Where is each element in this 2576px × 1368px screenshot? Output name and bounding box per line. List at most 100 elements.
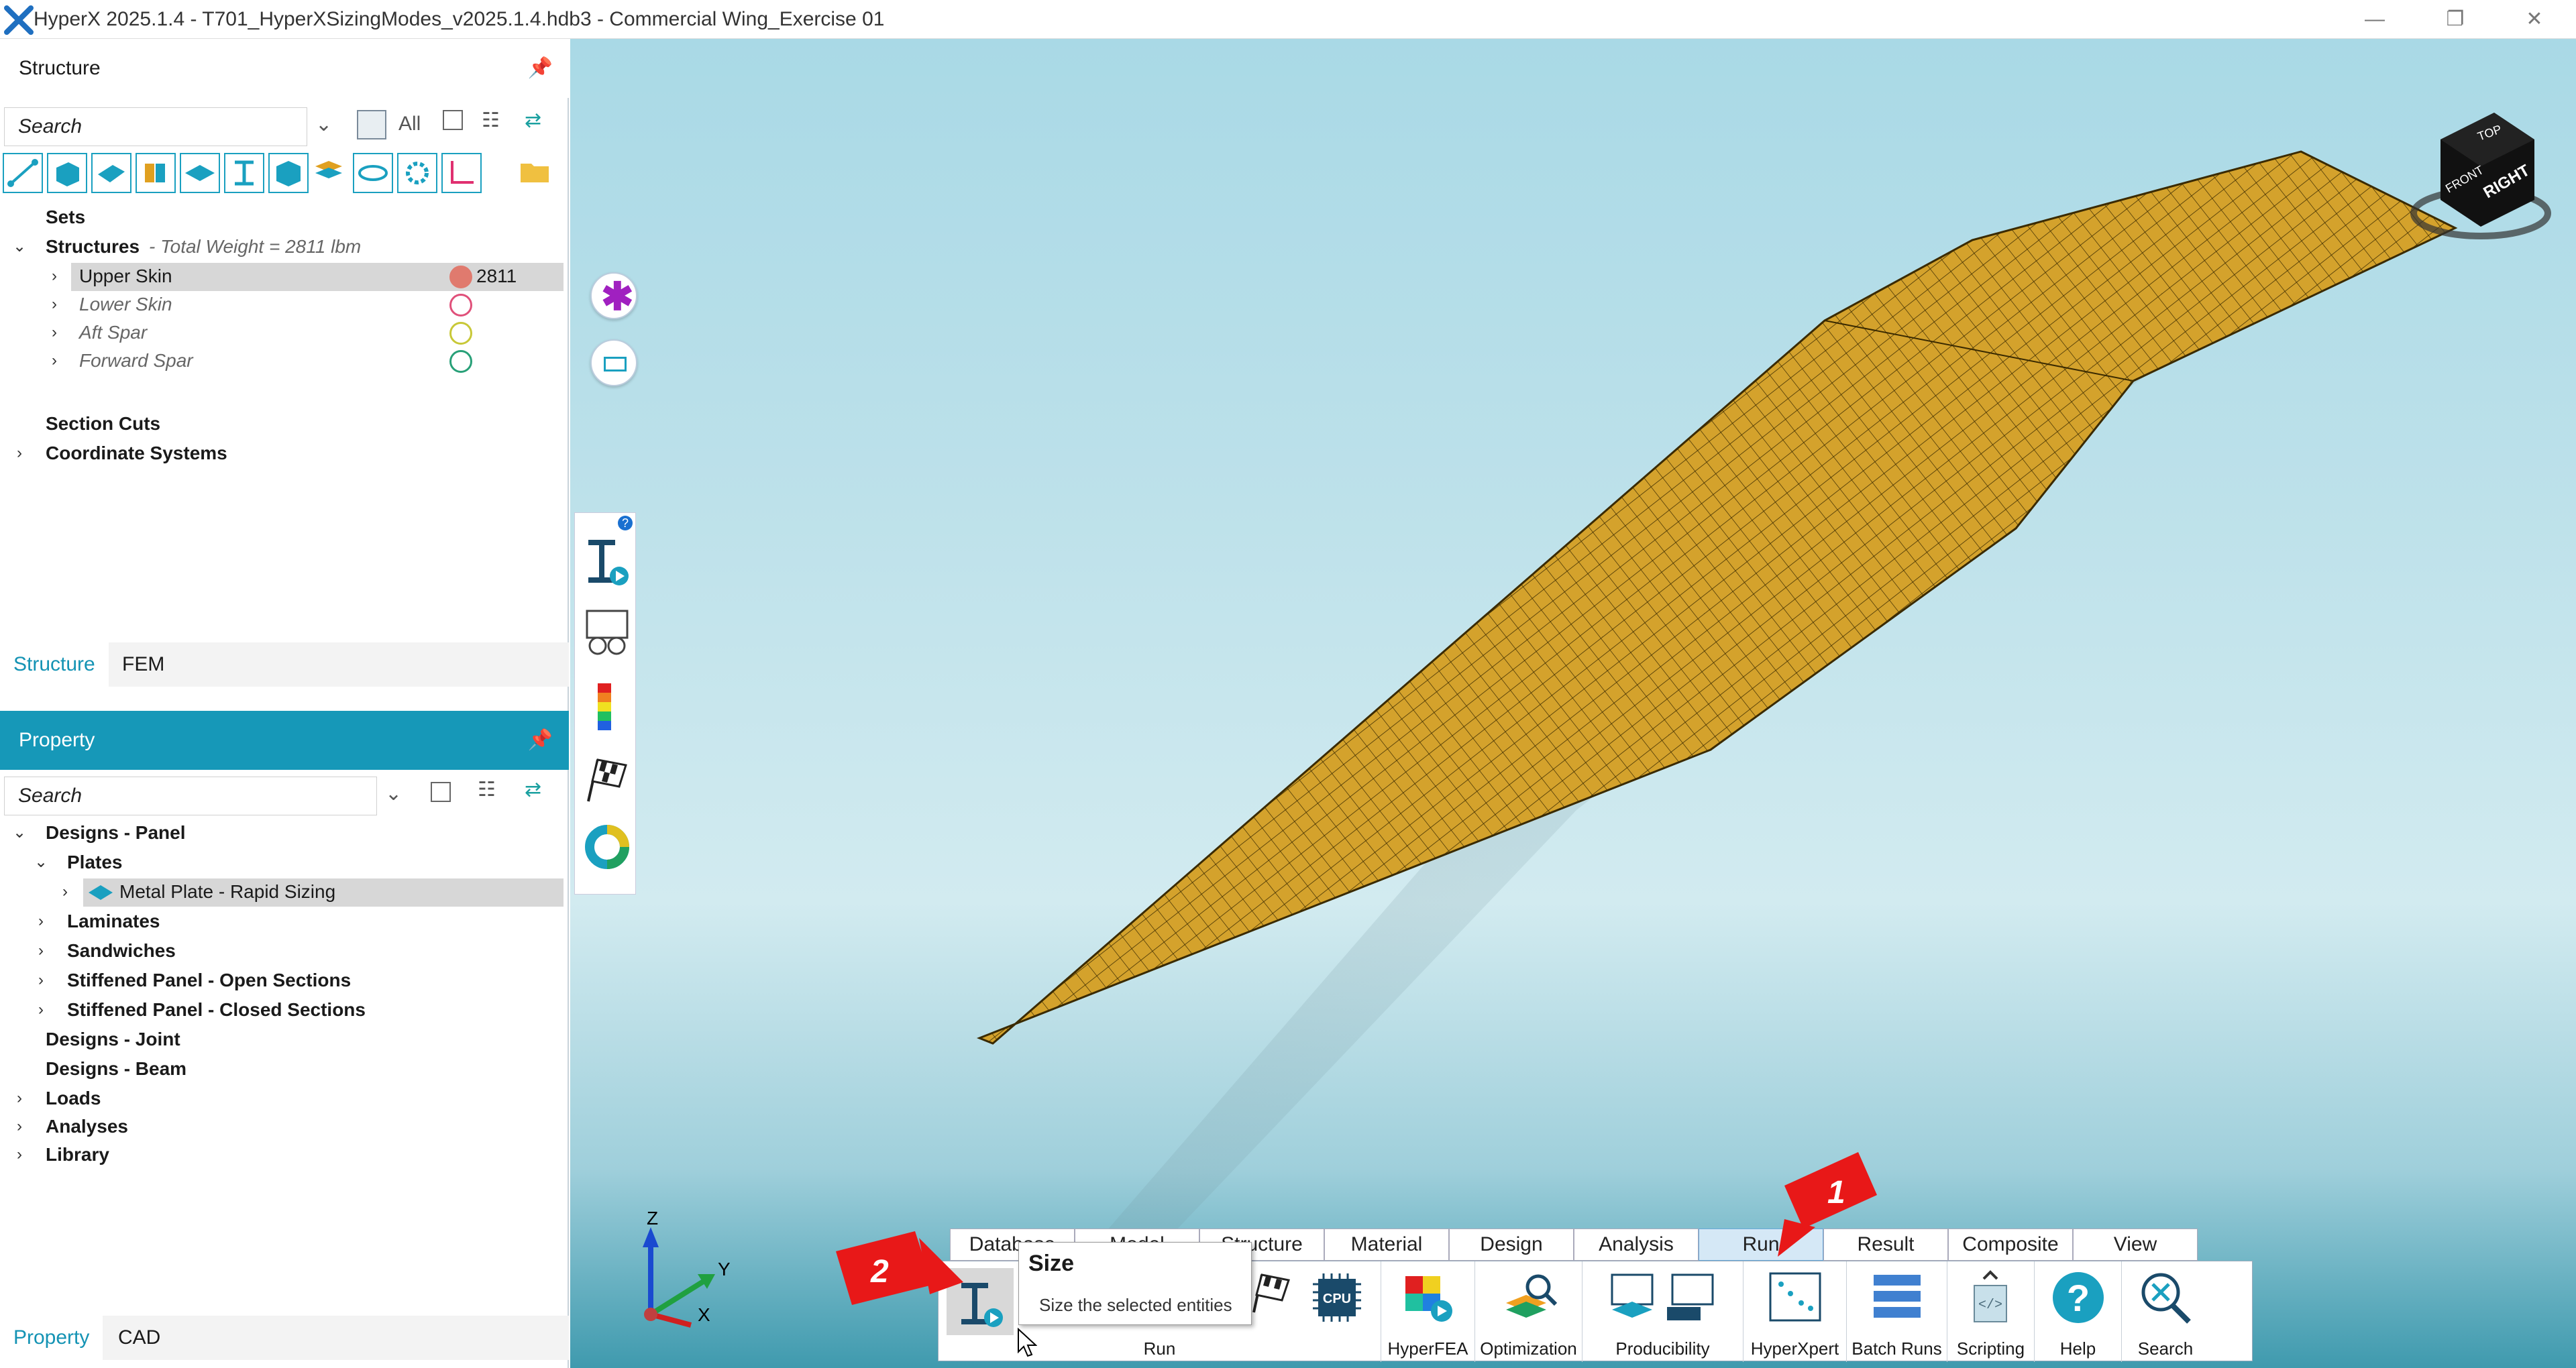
gear-icon[interactable]	[397, 153, 437, 193]
node-icon[interactable]	[3, 153, 43, 193]
title-bar: HyperX 2025.1.4 - T701_HyperXSizingModes…	[0, 0, 2576, 39]
chevron-right-icon[interactable]: ›	[44, 319, 64, 346]
callout-arrow-1: 1	[1778, 1152, 1877, 1257]
tab-fem[interactable]: FEM	[109, 642, 178, 687]
panel-icon[interactable]	[91, 153, 131, 193]
tab-cad[interactable]: CAD	[105, 1316, 174, 1360]
chevron-right-icon[interactable]: ›	[9, 1113, 30, 1140]
hyperfea-button[interactable]: HyperFEA	[1381, 1261, 1475, 1362]
tree-open-sections[interactable]: Stiffened Panel - Open Sections	[67, 967, 351, 995]
tab-material[interactable]: Material	[1324, 1229, 1449, 1261]
tree-library[interactable]: Library	[46, 1141, 109, 1170]
search-button[interactable]: Search	[2122, 1261, 2209, 1362]
donut-chart-icon[interactable]	[582, 821, 633, 872]
chevron-down-icon[interactable]: ⌄	[9, 819, 30, 846]
wing-model[interactable]	[570, 39, 2576, 1368]
scripting-button[interactable]: </> Scripting	[1947, 1261, 2035, 1362]
restore-icon[interactable]: ❐	[2435, 4, 2475, 35]
pin-icon[interactable]: 📌	[528, 39, 553, 98]
tree-closed-sections[interactable]: Stiffened Panel - Closed Sections	[67, 996, 366, 1025]
tree-analyses[interactable]: Analyses	[46, 1113, 128, 1141]
tree-metal-plate-rapid-sizing[interactable]: Metal Plate - Rapid Sizing	[119, 878, 335, 907]
tree-item-forward-spar[interactable]: Forward Spar	[79, 347, 193, 376]
structure-search-row: Search ⌄ All ☷ ⇄	[0, 103, 569, 150]
minimize-icon[interactable]: —	[2355, 4, 2395, 35]
joint-icon[interactable]	[136, 153, 176, 193]
tab-structure[interactable]: Structure	[0, 642, 109, 687]
tree-structures[interactable]: Structures	[46, 233, 140, 262]
select-window-button[interactable]	[590, 339, 637, 386]
chevron-right-icon[interactable]: ›	[44, 291, 64, 318]
filter-all-label[interactable]: All	[398, 113, 421, 135]
3d-viewport[interactable]: ✱ ? TOP FRONT RIGHT Z Y X Database Struc…	[570, 39, 2576, 1368]
tree-item-upper-skin[interactable]: Upper Skin	[79, 263, 172, 291]
tree-item-lower-skin[interactable]: Lower Skin	[79, 291, 172, 319]
plate-icon[interactable]	[180, 153, 220, 193]
chevron-right-icon[interactable]: ›	[44, 347, 64, 374]
section-icon[interactable]	[353, 153, 393, 193]
chevron-right-icon[interactable]: ›	[31, 908, 51, 935]
tree-designs-beam[interactable]: Designs - Beam	[46, 1056, 186, 1084]
cpu-label: CPU	[1323, 1292, 1351, 1306]
box-icon[interactable]	[268, 153, 309, 193]
optimization-button[interactable]: Optimization	[1475, 1261, 1582, 1362]
property-search-input[interactable]: Search	[4, 777, 377, 815]
batch-runs-button[interactable]: Batch Runs	[1847, 1261, 1947, 1362]
chevron-down-icon[interactable]: ⌄	[9, 233, 30, 260]
tree-designs-panel[interactable]: Designs - Panel	[46, 819, 186, 848]
layers-icon[interactable]	[310, 153, 350, 193]
tree-plates[interactable]: Plates	[67, 849, 123, 877]
run-group-label: Run	[1143, 1338, 1176, 1359]
size-run-icon[interactable]	[582, 533, 633, 591]
help-badge-icon[interactable]: ?	[618, 516, 633, 530]
chevron-right-icon[interactable]: ›	[9, 1141, 30, 1168]
tree-laminates[interactable]: Laminates	[67, 908, 160, 936]
tree-sandwiches[interactable]: Sandwiches	[67, 937, 176, 966]
tree-designs-joint[interactable]: Designs - Joint	[46, 1026, 180, 1054]
producibility-button[interactable]: Producibility	[1582, 1261, 1743, 1362]
tree-item-aft-spar[interactable]: Aft Spar	[79, 319, 147, 347]
tree-icon[interactable]: ☷	[482, 109, 500, 132]
pin-icon[interactable]: 📌	[528, 711, 553, 770]
help-button[interactable]: ? Help	[2035, 1261, 2122, 1362]
checkered-flag-icon[interactable]	[1247, 1269, 1294, 1316]
tree-loads[interactable]: Loads	[46, 1085, 101, 1113]
sync-icon[interactable]: ⇄	[525, 109, 541, 132]
structure-search-input[interactable]: Search	[4, 107, 307, 146]
chevron-down-icon[interactable]: ⌄	[31, 849, 51, 876]
tab-view[interactable]: View	[2073, 1229, 2198, 1261]
tab-property[interactable]: Property	[0, 1316, 103, 1360]
chevron-right-icon[interactable]: ›	[9, 440, 30, 467]
chevron-right-icon[interactable]: ›	[9, 1085, 30, 1112]
beam-icon[interactable]	[224, 153, 264, 193]
asterisk-button[interactable]: ✱	[590, 272, 637, 319]
chevron-down-icon[interactable]: ⌄	[385, 782, 402, 805]
color-scale-icon[interactable]	[588, 681, 622, 738]
solid-icon[interactable]	[47, 153, 87, 193]
chevron-right-icon[interactable]: ›	[31, 967, 51, 994]
chevron-right-icon[interactable]: ›	[31, 996, 51, 1023]
collapse-icon[interactable]	[443, 110, 463, 130]
tab-composite[interactable]: Composite	[1948, 1229, 2073, 1261]
chevron-right-icon[interactable]: ›	[55, 878, 75, 905]
tab-design[interactable]: Design	[1449, 1229, 1574, 1261]
tab-analysis[interactable]: Analysis	[1574, 1229, 1699, 1261]
coordinate-icon[interactable]	[441, 153, 482, 193]
glasses-icon[interactable]	[582, 607, 633, 661]
chevron-right-icon[interactable]: ›	[31, 937, 51, 964]
close-icon[interactable]: ✕	[2514, 4, 2555, 35]
tree-section-cuts[interactable]: Section Cuts	[46, 410, 160, 439]
tree-icon[interactable]: ☷	[478, 778, 496, 801]
tree-sets[interactable]: Sets	[46, 204, 85, 232]
folder-icon[interactable]	[517, 153, 557, 193]
tree-coordinate-systems[interactable]: Coordinate Systems	[46, 440, 227, 468]
hyperxpert-button[interactable]: HyperXpert	[1743, 1261, 1847, 1362]
checkered-flag-icon[interactable]	[582, 754, 633, 805]
view-cube[interactable]: TOP FRONT RIGHT	[2407, 93, 2555, 253]
chevron-down-icon[interactable]: ⌄	[315, 113, 332, 136]
chevron-right-icon[interactable]: ›	[44, 263, 64, 290]
cpu-icon[interactable]: CPU	[1309, 1269, 1365, 1326]
cube-filter-icon[interactable]	[357, 110, 386, 139]
collapse-icon[interactable]	[431, 782, 451, 802]
sync-icon[interactable]: ⇄	[525, 778, 541, 801]
